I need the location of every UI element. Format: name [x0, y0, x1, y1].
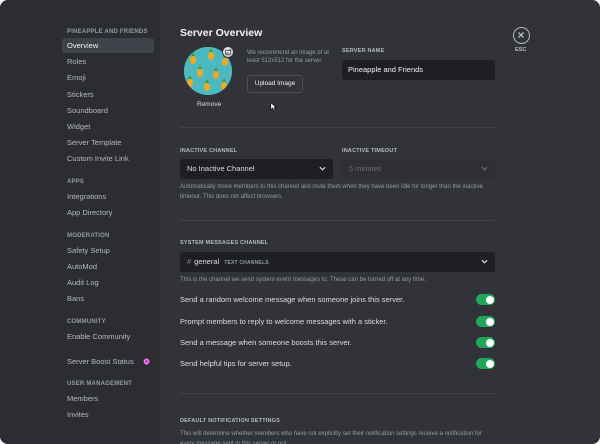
toggle-row-setup-tips: Send helpful tips for server setup.	[180, 358, 495, 370]
boost-gem-icon	[143, 358, 150, 365]
settings-sidebar: PINEAPPLE AND FRIENDS Overview Roles Emo…	[0, 0, 160, 444]
image-add-icon	[224, 48, 231, 55]
server-icon-uploader[interactable]	[184, 46, 234, 95]
toggle-label: Send a random welcome message when someo…	[180, 295, 405, 304]
close-settings-button[interactable]	[513, 27, 530, 44]
channel-category-tag: TEXT CHANNELS	[224, 260, 269, 266]
toggle-knob	[485, 317, 494, 326]
sidebar-item-overview[interactable]: Overview	[62, 38, 154, 53]
setup-tips-toggle[interactable]	[476, 358, 495, 369]
sidebar-item-soundboard[interactable]: Soundboard	[62, 103, 154, 118]
chevron-down-icon	[319, 166, 326, 171]
toggle-label: Prompt members to reply to welcome messa…	[180, 317, 388, 326]
inactive-channel-value: No Inactive Channel	[187, 164, 255, 173]
section-divider	[180, 393, 495, 394]
inactive-channel-select[interactable]: No Inactive Channel	[180, 159, 333, 179]
page-title: Server Overview	[180, 27, 263, 39]
inactive-timeout-select[interactable]: 5 minutes	[342, 159, 495, 179]
sidebar-item-custom-invite-link[interactable]: Custom Invite Link	[62, 151, 154, 166]
toggle-row-welcome-message: Send a random welcome message when someo…	[180, 294, 495, 306]
sidebar-item-widget[interactable]: Widget	[62, 119, 154, 134]
toggle-knob	[485, 359, 494, 368]
inactive-timeout-label: INACTIVE TIMEOUT	[342, 148, 398, 154]
mouse-cursor-icon	[270, 102, 278, 112]
add-image-badge[interactable]	[222, 46, 234, 58]
server-name-label: SERVER NAME	[342, 48, 385, 54]
welcome-message-toggle[interactable]	[476, 294, 495, 305]
sidebar-item-safety-setup[interactable]: Safety Setup	[62, 243, 154, 258]
settings-window: PINEAPPLE AND FRIENDS Overview Roles Emo…	[0, 0, 600, 444]
sidebar-item-roles[interactable]: Roles	[62, 54, 154, 69]
sidebar-item-integrations[interactable]: Integrations	[62, 189, 154, 204]
server-name-input[interactable]: Pineapple and Friends	[342, 60, 495, 80]
toggle-knob	[485, 295, 494, 304]
sidebar-item-enable-community[interactable]: Enable Community	[62, 329, 154, 344]
sidebar-heading-user-management: USER MANAGEMENT	[67, 381, 133, 387]
upload-image-button[interactable]: Upload Image	[247, 75, 303, 93]
sidebar-item-emoji[interactable]: Emoji	[62, 70, 154, 85]
sidebar-item-members[interactable]: Members	[62, 391, 154, 406]
sticker-prompt-toggle[interactable]	[476, 316, 495, 327]
sidebar-item-invites[interactable]: Invites	[62, 407, 154, 422]
sidebar-item-audit-log[interactable]: Audit Log	[62, 275, 154, 290]
sidebar-heading-apps: APPS	[67, 179, 85, 185]
toggle-row-sticker-prompt: Prompt members to reply to welcome messa…	[180, 316, 495, 328]
close-icon	[518, 32, 524, 38]
notification-settings-label: DEFAULT NOTIFICATION SETTINGS	[180, 418, 281, 424]
remove-icon-link[interactable]: Remove	[197, 101, 221, 108]
system-channel-value: general	[194, 257, 220, 266]
sidebar-heading-server: PINEAPPLE AND FRIENDS	[67, 29, 148, 35]
system-channel-select[interactable]: # general TEXT CHANNELS	[180, 252, 495, 272]
section-divider	[180, 220, 495, 221]
icon-recommendation-text: We recommend an image of at least 512x51…	[247, 50, 329, 64]
sidebar-item-bans[interactable]: Bans	[62, 291, 154, 306]
inactive-channel-label: INACTIVE CHANNEL	[180, 148, 238, 154]
toggle-label: Send a message when someone boosts this …	[180, 338, 352, 347]
sidebar-item-automod[interactable]: AutoMod	[62, 259, 154, 274]
esc-label: ESC	[515, 47, 527, 53]
chevron-down-icon	[481, 166, 488, 171]
sidebar-item-stickers[interactable]: Stickers	[62, 87, 154, 102]
system-channel-help-text: This is the channel we send system event…	[180, 277, 426, 283]
sidebar-item-server-template[interactable]: Server Template	[62, 135, 154, 150]
sidebar-item-server-boost-status[interactable]: Server Boost Status	[62, 354, 154, 369]
boost-message-toggle[interactable]	[476, 337, 495, 348]
sidebar-item-app-directory[interactable]: App Directory	[62, 205, 154, 220]
notification-help-text: This will determine whether members who …	[180, 431, 482, 444]
sidebar-item-label: Server Boost Status	[67, 357, 134, 366]
toggle-knob	[485, 338, 494, 347]
inactive-timeout-value: 5 minutes	[349, 164, 382, 173]
toggle-row-boost-message: Send a message when someone boosts this …	[180, 337, 495, 349]
text-channel-hash-icon: #	[187, 257, 192, 266]
sidebar-heading-moderation: MODERATION	[67, 233, 110, 239]
sidebar-heading-community: COMMUNITY	[67, 319, 106, 325]
inactive-help-text: Automatically move members to this chann…	[180, 184, 483, 200]
system-channel-label: SYSTEM MESSAGES CHANNEL	[180, 240, 269, 246]
section-divider	[180, 127, 495, 128]
toggle-label: Send helpful tips for server setup.	[180, 359, 292, 368]
chevron-down-icon	[481, 259, 488, 264]
settings-content: Server Overview Remove We recommend an i…	[160, 0, 600, 444]
